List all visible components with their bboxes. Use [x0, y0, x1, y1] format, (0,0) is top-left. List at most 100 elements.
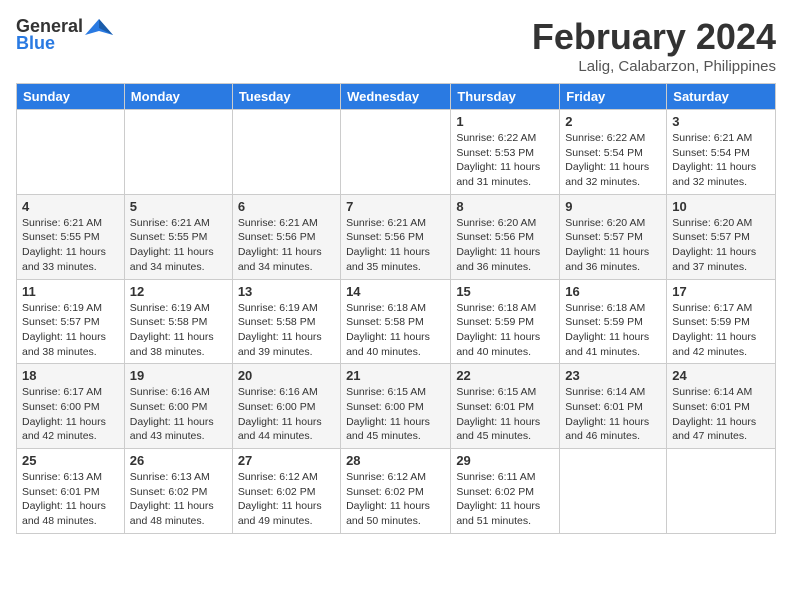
cell-info: Sunrise: 6:18 AMSunset: 5:59 PMDaylight:… — [565, 301, 661, 360]
day-number: 24 — [672, 368, 770, 383]
cell-info: Sunrise: 6:16 AMSunset: 6:00 PMDaylight:… — [130, 385, 227, 444]
day-number: 2 — [565, 114, 661, 129]
day-number: 21 — [346, 368, 445, 383]
cell-info: Sunrise: 6:22 AMSunset: 5:54 PMDaylight:… — [565, 131, 661, 190]
cell-info: Sunrise: 6:14 AMSunset: 6:01 PMDaylight:… — [672, 385, 770, 444]
cell-info: Sunrise: 6:21 AMSunset: 5:56 PMDaylight:… — [346, 216, 445, 275]
calendar-cell: 15 Sunrise: 6:18 AMSunset: 5:59 PMDayligh… — [451, 279, 560, 364]
calendar-cell — [560, 449, 667, 534]
cell-info: Sunrise: 6:19 AMSunset: 5:58 PMDaylight:… — [238, 301, 335, 360]
cell-info: Sunrise: 6:12 AMSunset: 6:02 PMDaylight:… — [238, 470, 335, 529]
day-number: 1 — [456, 114, 554, 129]
calendar-cell: 5 Sunrise: 6:21 AMSunset: 5:55 PMDaylight… — [124, 194, 232, 279]
day-number: 9 — [565, 199, 661, 214]
day-number: 22 — [456, 368, 554, 383]
calendar-cell: 14Sunrise: 6:18 AMSunset: 5:58 PMDayligh… — [341, 279, 451, 364]
calendar-cell: 3Sunrise: 6:21 AMSunset: 5:54 PMDaylight… — [667, 110, 776, 195]
week-row-2: 4 Sunrise: 6:21 AMSunset: 5:55 PMDaylight… — [17, 194, 776, 279]
cell-info: Sunrise: 6:11 AMSunset: 6:02 PMDaylight:… — [456, 470, 554, 529]
calendar-cell: 10 Sunrise: 6:20 AMSunset: 5:57 PMDayligh… — [667, 194, 776, 279]
logo: General Blue — [16, 16, 113, 54]
week-row-4: 18Sunrise: 6:17 AMSunset: 6:00 PMDayligh… — [17, 364, 776, 449]
cell-info: Sunrise: 6:21 AMSunset: 5:55 PMDaylight:… — [130, 216, 227, 275]
cell-info: Sunrise: 6:15 AMSunset: 6:01 PMDaylight:… — [456, 385, 554, 444]
calendar-cell — [17, 110, 125, 195]
calendar-cell: 23Sunrise: 6:14 AMSunset: 6:01 PMDayligh… — [560, 364, 667, 449]
cell-info: Sunrise: 6:21 AMSunset: 5:55 PMDaylight:… — [22, 216, 119, 275]
day-number: 8 — [456, 199, 554, 214]
cell-info: Sunrise: 6:12 AMSunset: 6:02 PMDaylight:… — [346, 470, 445, 529]
header-day-saturday: Saturday — [667, 84, 776, 110]
cell-info: Sunrise: 6:13 AMSunset: 6:01 PMDaylight:… — [22, 470, 119, 529]
day-number: 29 — [456, 453, 554, 468]
header-day-monday: Monday — [124, 84, 232, 110]
calendar-cell: 28 Sunrise: 6:12 AMSunset: 6:02 PMDayligh… — [341, 449, 451, 534]
day-number: 14 — [346, 284, 445, 299]
calendar-cell: 27 Sunrise: 6:12 AMSunset: 6:02 PMDayligh… — [232, 449, 340, 534]
cell-info: Sunrise: 6:16 AMSunset: 6:00 PMDaylight:… — [238, 385, 335, 444]
cell-info: Sunrise: 6:14 AMSunset: 6:01 PMDaylight:… — [565, 385, 661, 444]
cell-info: Sunrise: 6:20 AMSunset: 5:56 PMDaylight:… — [456, 216, 554, 275]
header: General Blue February 2024 Lalig, Calaba… — [16, 16, 776, 75]
header-day-tuesday: Tuesday — [232, 84, 340, 110]
day-number: 3 — [672, 114, 770, 129]
cell-info: Sunrise: 6:20 AMSunset: 5:57 PMDaylight:… — [565, 216, 661, 275]
day-number: 26 — [130, 453, 227, 468]
calendar-cell: 8 Sunrise: 6:20 AMSunset: 5:56 PMDaylight… — [451, 194, 560, 279]
day-number: 17 — [672, 284, 770, 299]
calendar-cell: 18Sunrise: 6:17 AMSunset: 6:00 PMDayligh… — [17, 364, 125, 449]
day-number: 5 — [130, 199, 227, 214]
calendar-cell: 9 Sunrise: 6:20 AMSunset: 5:57 PMDaylight… — [560, 194, 667, 279]
header-row: SundayMondayTuesdayWednesdayThursdayFrid… — [17, 84, 776, 110]
day-number: 28 — [346, 453, 445, 468]
calendar-cell: 13 Sunrise: 6:19 AMSunset: 5:58 PMDayligh… — [232, 279, 340, 364]
calendar-table: SundayMondayTuesdayWednesdayThursdayFrid… — [16, 83, 776, 534]
day-number: 7 — [346, 199, 445, 214]
calendar-cell — [667, 449, 776, 534]
logo-icon — [85, 17, 113, 37]
calendar-cell — [124, 110, 232, 195]
cell-info: Sunrise: 6:18 AMSunset: 5:59 PMDaylight:… — [456, 301, 554, 360]
day-number: 13 — [238, 284, 335, 299]
header-day-sunday: Sunday — [17, 84, 125, 110]
calendar-cell: 11Sunrise: 6:19 AMSunset: 5:57 PMDayligh… — [17, 279, 125, 364]
calendar-cell: 17 Sunrise: 6:17 AMSunset: 5:59 PMDayligh… — [667, 279, 776, 364]
cell-info: Sunrise: 6:19 AMSunset: 5:57 PMDaylight:… — [22, 301, 119, 360]
day-number: 6 — [238, 199, 335, 214]
cell-info: Sunrise: 6:19 AMSunset: 5:58 PMDaylight:… — [130, 301, 227, 360]
week-row-3: 11Sunrise: 6:19 AMSunset: 5:57 PMDayligh… — [17, 279, 776, 364]
day-number: 25 — [22, 453, 119, 468]
calendar-cell: 22 Sunrise: 6:15 AMSunset: 6:01 PMDayligh… — [451, 364, 560, 449]
week-row-1: 1 Sunrise: 6:22 AMSunset: 5:53 PMDaylight… — [17, 110, 776, 195]
calendar-cell: 20 Sunrise: 6:16 AMSunset: 6:00 PMDayligh… — [232, 364, 340, 449]
calendar-cell: 12 Sunrise: 6:19 AMSunset: 5:58 PMDayligh… — [124, 279, 232, 364]
cell-info: Sunrise: 6:17 AMSunset: 5:59 PMDaylight:… — [672, 301, 770, 360]
header-day-thursday: Thursday — [451, 84, 560, 110]
day-number: 27 — [238, 453, 335, 468]
cell-info: Sunrise: 6:13 AMSunset: 6:02 PMDaylight:… — [130, 470, 227, 529]
calendar-cell: 4 Sunrise: 6:21 AMSunset: 5:55 PMDaylight… — [17, 194, 125, 279]
calendar-cell: 26 Sunrise: 6:13 AMSunset: 6:02 PMDayligh… — [124, 449, 232, 534]
location-title: Lalig, Calabarzon, Philippines — [532, 58, 776, 75]
calendar-cell: 21 Sunrise: 6:15 AMSunset: 6:00 PMDayligh… — [341, 364, 451, 449]
cell-info: Sunrise: 6:20 AMSunset: 5:57 PMDaylight:… — [672, 216, 770, 275]
header-day-wednesday: Wednesday — [341, 84, 451, 110]
day-number: 10 — [672, 199, 770, 214]
calendar-cell: 7 Sunrise: 6:21 AMSunset: 5:56 PMDaylight… — [341, 194, 451, 279]
calendar-cell: 19Sunrise: 6:16 AMSunset: 6:00 PMDayligh… — [124, 364, 232, 449]
header-day-friday: Friday — [560, 84, 667, 110]
calendar-cell: 1 Sunrise: 6:22 AMSunset: 5:53 PMDaylight… — [451, 110, 560, 195]
day-number: 20 — [238, 368, 335, 383]
calendar-cell: 16 Sunrise: 6:18 AMSunset: 5:59 PMDayligh… — [560, 279, 667, 364]
cell-info: Sunrise: 6:21 AMSunset: 5:56 PMDaylight:… — [238, 216, 335, 275]
day-number: 12 — [130, 284, 227, 299]
calendar-cell — [232, 110, 340, 195]
cell-info: Sunrise: 6:15 AMSunset: 6:00 PMDaylight:… — [346, 385, 445, 444]
day-number: 15 — [456, 284, 554, 299]
day-number: 4 — [22, 199, 119, 214]
cell-info: Sunrise: 6:22 AMSunset: 5:53 PMDaylight:… — [456, 131, 554, 190]
calendar-cell: 2 Sunrise: 6:22 AMSunset: 5:54 PMDaylight… — [560, 110, 667, 195]
calendar-cell: 25 Sunrise: 6:13 AMSunset: 6:01 PMDayligh… — [17, 449, 125, 534]
day-number: 16 — [565, 284, 661, 299]
calendar-cell: 24 Sunrise: 6:14 AMSunset: 6:01 PMDayligh… — [667, 364, 776, 449]
